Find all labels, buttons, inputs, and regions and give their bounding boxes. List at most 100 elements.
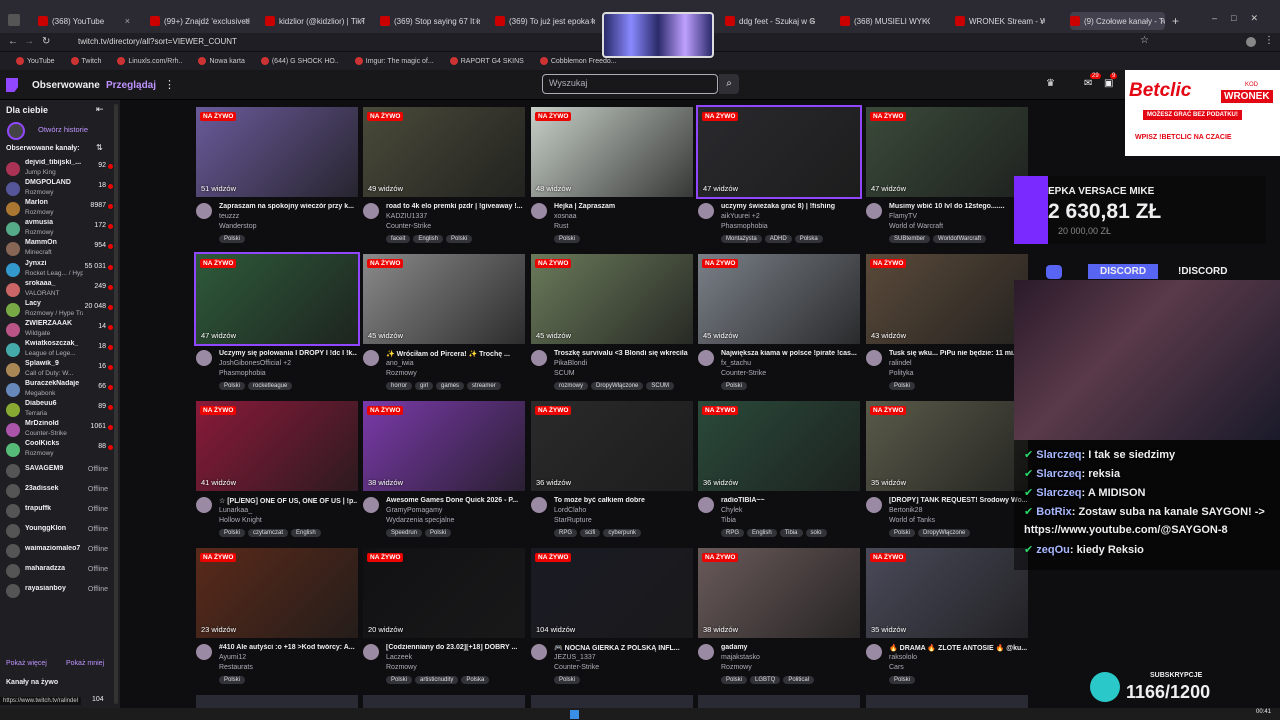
stream-game[interactable]: Counter-Strike xyxy=(386,223,431,230)
streamer-name[interactable]: raksololo xyxy=(889,654,917,661)
stream-thumbnail[interactable] xyxy=(196,695,358,708)
stream-tag[interactable]: RPG xyxy=(554,529,578,537)
close-tab-icon[interactable]: × xyxy=(925,16,930,26)
stream-card[interactable]: NA ŻYWO 51 widzów Zapraszam na spokojny wi… xyxy=(196,107,358,250)
stream-tag[interactable]: Polski xyxy=(721,382,748,390)
stream-game[interactable]: Polityka xyxy=(889,370,914,377)
streamer-name[interactable]: majakstasko xyxy=(721,654,760,661)
new-tab-button[interactable]: + xyxy=(1172,14,1179,28)
inbox-icon[interactable]: ▣ xyxy=(1104,78,1113,89)
bookmark-item[interactable]: Nowa karta xyxy=(198,57,245,65)
stream-thumbnail[interactable]: NA ŻYWO 47 widzów xyxy=(696,105,862,199)
sidebar-channel[interactable]: dejvid_tibijski_... Jump King 92 xyxy=(6,158,114,180)
streamer-avatar[interactable] xyxy=(363,350,379,366)
stream-thumbnail[interactable]: NA ŻYWO 41 widzów xyxy=(196,401,358,491)
streamer-name[interactable]: teuzzz xyxy=(219,213,239,220)
stream-game[interactable]: Phasmophobia xyxy=(219,370,266,377)
notifications-icon[interactable]: ✉ xyxy=(1084,78,1092,89)
stream-thumbnail[interactable]: NA ŻYWO 104 widzów xyxy=(531,548,693,638)
browser-tab[interactable]: (368) YouTube × xyxy=(38,12,130,30)
stream-tag[interactable]: Speedrun xyxy=(386,529,423,537)
streamer-avatar[interactable] xyxy=(531,644,547,660)
url-field[interactable]: twitch.tv/directory/all?sort=VIEWER_COUN… xyxy=(78,37,237,46)
stream-tag[interactable]: girl xyxy=(415,382,434,390)
bookmark-item[interactable]: Cobblemon Freedo... xyxy=(539,57,617,65)
stream-thumbnail[interactable]: NA ŻYWO 45 widzów xyxy=(531,254,693,344)
stream-tag[interactable]: WorldofWarcraft xyxy=(933,235,987,243)
browser-tab[interactable]: (369) Stop saying 67 It is almo× xyxy=(380,12,480,30)
sidebar-channel[interactable]: Marlon Rozmowy 8987 xyxy=(6,198,114,220)
sidebar-channel[interactable]: trapuffk Offline xyxy=(6,500,114,522)
sidebar-channel[interactable]: avmusia Rozmowy 172 xyxy=(6,218,114,240)
stream-game[interactable]: Wydarzenia specjalne xyxy=(386,517,454,524)
streamer-avatar[interactable] xyxy=(866,203,882,219)
stream-title[interactable]: uczymy świeżaka grać 8) | !fishing xyxy=(721,203,859,210)
sidebar-channel[interactable]: 23adissek Offline xyxy=(6,480,114,502)
close-tab-icon[interactable]: × xyxy=(590,16,595,26)
stream-thumbnail[interactable]: NA ŻYWO 35 widzów xyxy=(866,548,1028,638)
stream-game[interactable]: Rust xyxy=(554,223,568,230)
stream-game[interactable]: Tibia xyxy=(721,517,736,524)
streamer-name[interactable]: Chylek xyxy=(721,507,742,514)
stream-tag[interactable]: Polski xyxy=(554,235,581,243)
close-tab-icon[interactable]: × xyxy=(475,16,480,26)
close-tab-icon[interactable]: × xyxy=(245,16,250,26)
stream-title[interactable]: [DROPY] TANK REQUEST! Środowy Wo... xyxy=(889,497,1027,504)
stream-title[interactable]: Uczymy się polowania I DROPY I !dc I !k.… xyxy=(219,350,357,357)
stream-tag[interactable]: Tibia xyxy=(779,529,803,537)
crown-icon[interactable]: ♛ xyxy=(1046,78,1055,89)
stream-card[interactable]: NA ŻYWO 36 widzów radioTIBIA~~ Chylek Tibia R… xyxy=(698,401,860,544)
stream-tag[interactable]: artisticnudity xyxy=(415,676,459,684)
close-tab-icon[interactable]: × xyxy=(1160,16,1165,26)
stream-tag[interactable]: ADHD xyxy=(764,235,792,243)
stream-thumbnail[interactable] xyxy=(698,695,860,708)
browser-tab[interactable]: (369) To już jest epoka lodow× xyxy=(495,12,595,30)
stream-title[interactable]: radioTIBIA~~ xyxy=(721,497,859,504)
streamer-name[interactable]: Lunarkaa_ xyxy=(219,507,252,514)
stream-tag[interactable]: Polski xyxy=(889,676,916,684)
back-arrow-icon[interactable]: ← xyxy=(8,36,18,47)
stream-tag[interactable]: Polski xyxy=(889,382,916,390)
stream-title[interactable]: Awesome Games Done Quick 2026 - P... xyxy=(386,497,524,504)
stream-tag[interactable]: Polski xyxy=(219,382,246,390)
stream-title[interactable]: Zapraszam na spokojny wieczór przy k... xyxy=(219,203,357,210)
streamer-name[interactable]: PikaBlondi xyxy=(554,360,587,367)
streamer-avatar[interactable] xyxy=(531,497,547,513)
stream-game[interactable]: Phasmophobia xyxy=(721,223,768,230)
streamer-avatar[interactable] xyxy=(866,350,882,366)
stream-thumbnail[interactable]: NA ŻYWO 38 widzów xyxy=(363,401,525,491)
stream-card[interactable]: NA ŻYWO 36 widzów To może być całkiem dobr… xyxy=(531,401,693,544)
stream-tag[interactable]: Polski xyxy=(219,235,246,243)
stream-tag[interactable]: SCUM xyxy=(646,382,675,390)
stream-thumbnail[interactable]: NA ŻYWO 45 widzów xyxy=(698,254,860,344)
stream-card[interactable]: NA ŻYWO 45 widzów Największa kiama w polsc… xyxy=(698,254,860,397)
streamer-name[interactable]: xosnaa xyxy=(554,213,577,220)
stream-thumbnail[interactable]: NA ŻYWO 43 widzów xyxy=(866,254,1028,344)
stream-card[interactable]: NA ŻYWO 23 widzów #410 Ale autyści :o +18 … xyxy=(196,548,358,691)
open-history-link[interactable]: Otwórz historie xyxy=(38,125,88,134)
sidebar-channel[interactable]: MammOn Minecraft 954 xyxy=(6,238,114,260)
streamer-name[interactable]: fx_stachu xyxy=(721,360,751,367)
sidebar-channel[interactable]: CoolKicks Rozmowy 88 xyxy=(6,439,114,461)
streamer-avatar[interactable] xyxy=(196,350,212,366)
streamer-avatar[interactable] xyxy=(698,644,714,660)
stream-card[interactable]: NA ŻYWO 48 widzów Hejka | Zapraszam xosnaa R… xyxy=(531,107,693,250)
streamer-name[interactable]: Ayumi12 xyxy=(219,654,246,661)
stream-tag[interactable]: Polski xyxy=(386,676,413,684)
streamer-avatar[interactable] xyxy=(866,497,882,513)
stream-tag[interactable]: rozmowy xyxy=(554,382,589,390)
nav-browse[interactable]: Przeglądaj xyxy=(106,80,156,91)
stream-thumbnail[interactable]: NA ŻYWO 49 widzów xyxy=(363,107,525,197)
stream-title[interactable]: 🎮 NOCNA GIERKA Z POLSKĄ INFL... xyxy=(554,644,692,652)
stream-tag[interactable]: Polski xyxy=(721,676,748,684)
nav-following[interactable]: Obserwowane xyxy=(32,80,100,91)
search-input[interactable]: Wyszukaj xyxy=(542,74,718,94)
stream-card[interactable]: NA ŻYWO 35 widzów 🔥 DRAMA 🔥 ZLOTE ANTOSIE … xyxy=(866,548,1028,691)
stream-card[interactable]: NA ŻYWO 47 widzów Musimy wbić 10 lvl do 12… xyxy=(866,107,1028,250)
sidebar-channel[interactable]: MrDzinold Counter-Strike 1061 xyxy=(6,419,114,441)
start-icon[interactable] xyxy=(570,710,579,719)
sidebar-channel[interactable]: ZWIERZAAAK Wildgate 14 xyxy=(6,319,114,341)
stream-card[interactable]: NA ŻYWO 38 widzów gadamy majakstasko Rozmowy… xyxy=(698,548,860,691)
collapse-sidebar-icon[interactable]: ⇤ xyxy=(96,104,104,115)
stream-tag[interactable]: faceit xyxy=(386,235,411,243)
